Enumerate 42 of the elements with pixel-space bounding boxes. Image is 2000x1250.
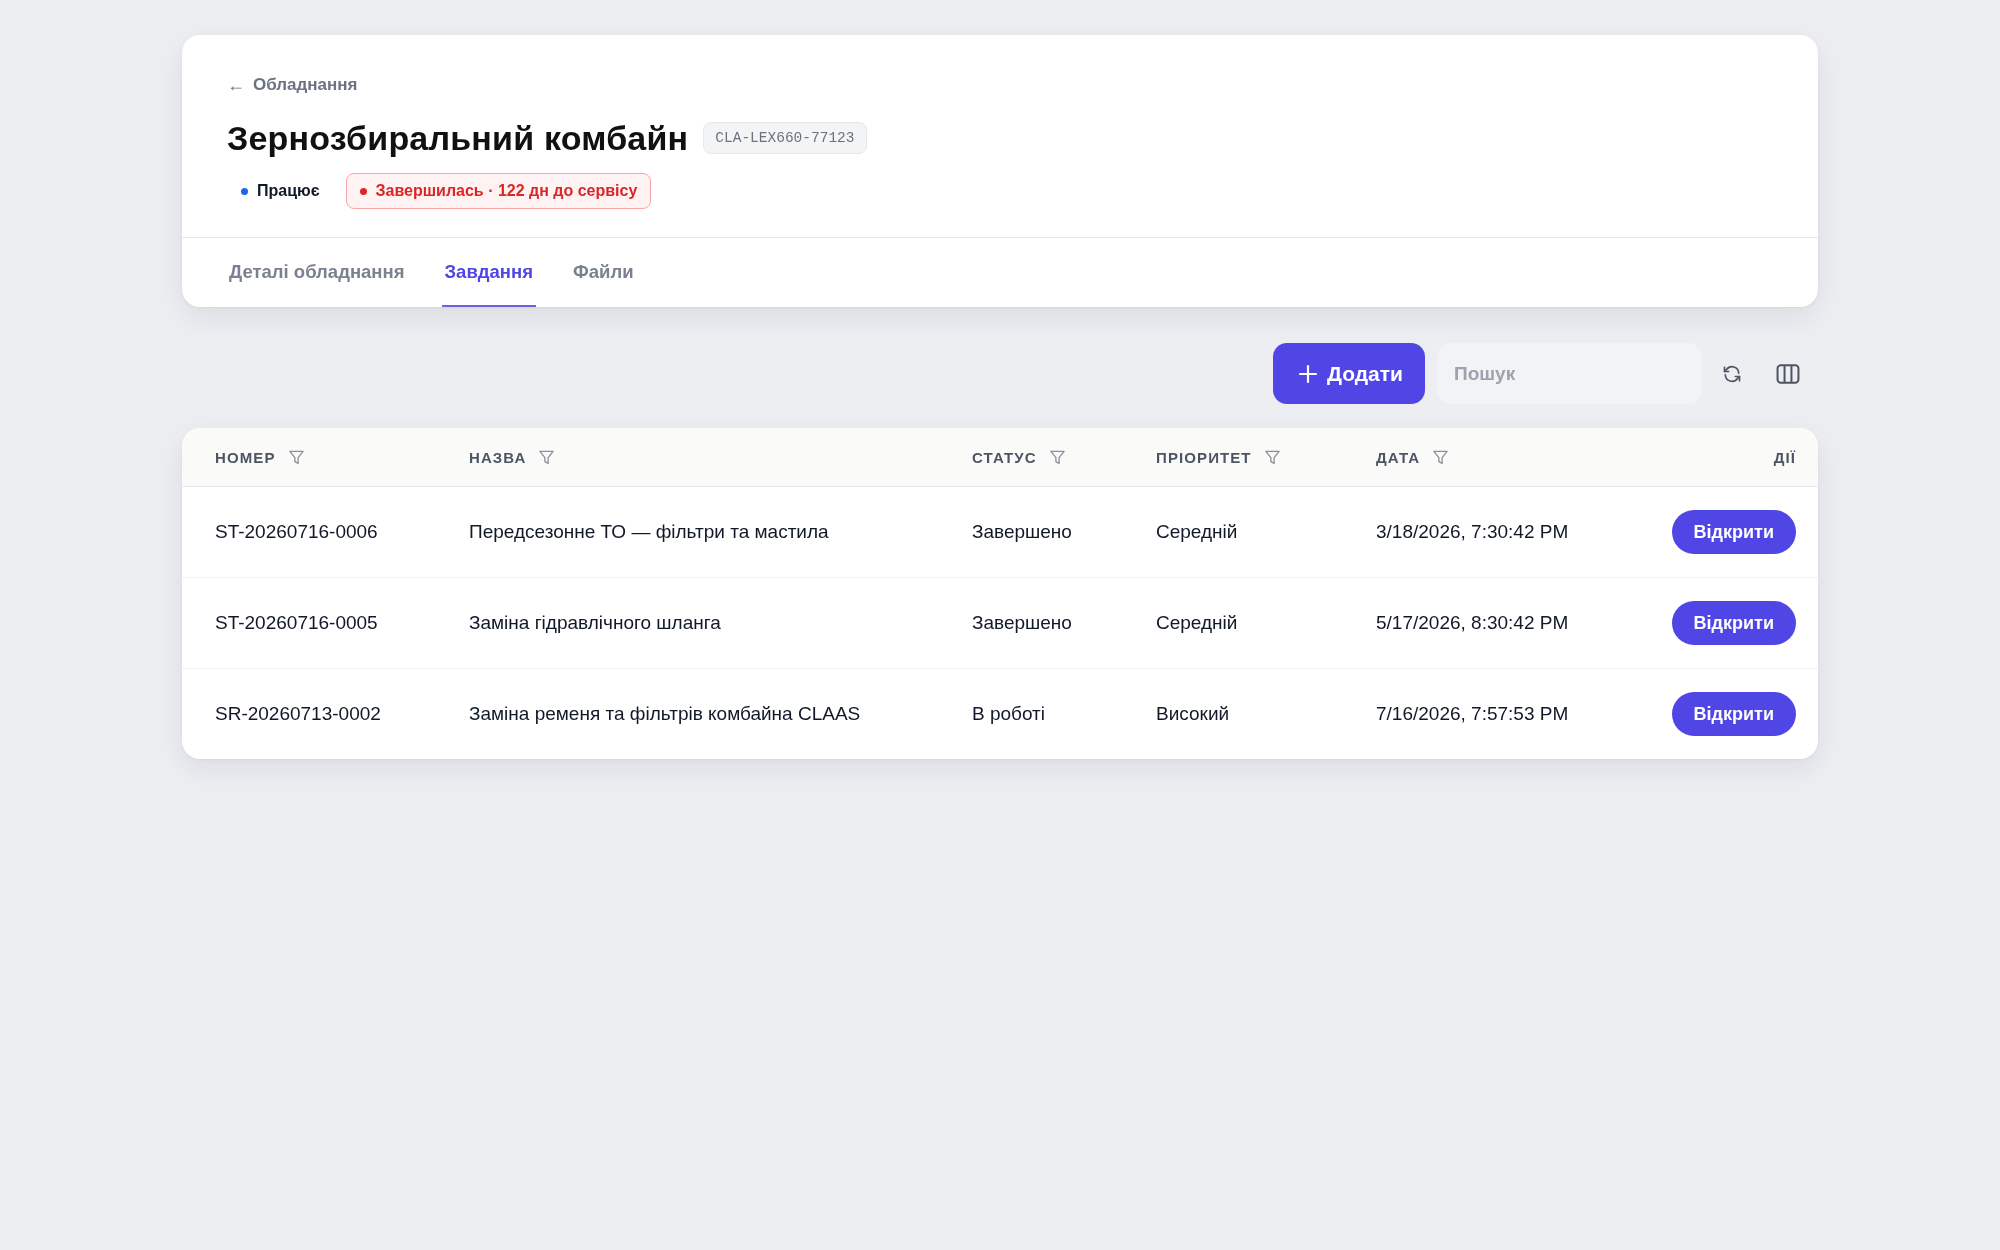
tab[interactable]: Деталі обладнання bbox=[226, 238, 408, 307]
status-cell: В роботі bbox=[972, 703, 1046, 724]
add-button[interactable]: Додати bbox=[1273, 343, 1425, 404]
filter-icon[interactable] bbox=[1263, 448, 1281, 466]
back-link[interactable]: ← Обладнання bbox=[227, 75, 358, 95]
column-header: ДІЇ bbox=[1773, 448, 1796, 466]
column-header: ДАТА bbox=[1376, 448, 1421, 466]
refresh-icon bbox=[1722, 363, 1742, 384]
column-header: ПРІОРИТЕТ bbox=[1156, 448, 1252, 466]
filter-icon[interactable] bbox=[538, 448, 556, 466]
search-field[interactable]: Пошук bbox=[1437, 343, 1702, 404]
status-text: Працює bbox=[257, 182, 320, 200]
date-cell: 5/17/2026, 8:30:42 PM bbox=[1376, 612, 1569, 633]
open-button[interactable]: Відкрити bbox=[1671, 601, 1796, 645]
column-header: НАЗВА bbox=[469, 448, 527, 466]
open-button[interactable]: Відкрити bbox=[1671, 692, 1796, 736]
name-cell: Заміна ременя та фільтрів комбайна CLAAS bbox=[469, 703, 861, 724]
date-cell: 3/18/2026, 7:30:42 PM bbox=[1376, 521, 1569, 542]
priority-cell: Середній bbox=[1156, 612, 1238, 633]
service-alert-text: Завершилась · 122 дн до сервісу bbox=[375, 182, 638, 200]
name-cell: Передсезонне ТО — фільтри та мастила bbox=[469, 521, 829, 542]
columns-icon bbox=[1776, 363, 1800, 384]
open-button[interactable]: Відкрити bbox=[1671, 510, 1796, 554]
page-title: Зернозбиральний комбайн bbox=[227, 118, 689, 158]
column-header: СТАТУС bbox=[972, 448, 1037, 466]
column-header: НОМЕР bbox=[215, 448, 276, 466]
status-cell: Завершено bbox=[972, 612, 1072, 633]
status-cell: Завершено bbox=[972, 521, 1072, 542]
filter-icon[interactable] bbox=[1432, 448, 1450, 466]
priority-cell: Високий bbox=[1156, 703, 1230, 724]
name-cell: Заміна гідравлічного шланга bbox=[469, 612, 721, 633]
date-cell: 7/16/2026, 7:57:53 PM bbox=[1376, 703, 1569, 724]
plus-icon bbox=[1298, 363, 1318, 384]
serial-code-tag: CLA-LEX660-77123 bbox=[703, 122, 867, 154]
number-cell: SR-20260713-0002 bbox=[215, 703, 381, 724]
tab[interactable]: Завдання bbox=[441, 238, 536, 307]
priority-cell: Середній bbox=[1156, 521, 1238, 542]
number-cell: ST-20260716-0006 bbox=[215, 521, 378, 542]
number-cell: ST-20260716-0005 bbox=[215, 612, 378, 633]
filter-icon[interactable] bbox=[287, 448, 305, 466]
tab[interactable]: Файли bbox=[569, 238, 637, 307]
filter-icon[interactable] bbox=[1048, 448, 1066, 466]
